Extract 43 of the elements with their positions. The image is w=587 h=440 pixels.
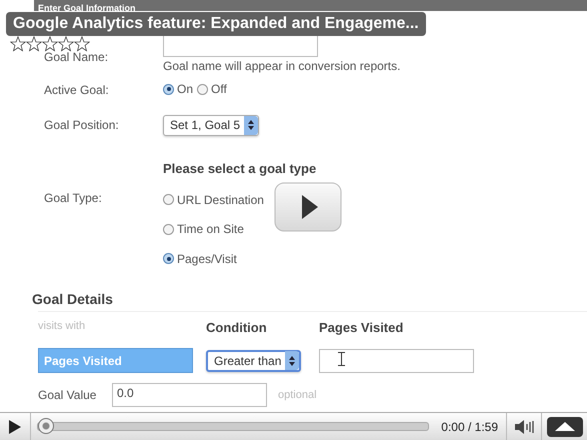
star-icon	[10, 36, 26, 52]
radio-button[interactable]	[163, 194, 174, 205]
volume-icon[interactable]	[514, 420, 534, 434]
stepper-icon	[248, 120, 254, 130]
option-label: On	[177, 82, 194, 96]
star-rating[interactable]	[10, 36, 90, 52]
option-label: Off	[211, 82, 227, 96]
expand-button[interactable]	[546, 416, 582, 436]
field-label: Goal Value	[38, 388, 98, 402]
condition-dropdown[interactable]: Greater than	[206, 350, 302, 372]
field-label: Goal Type:	[44, 190, 103, 204]
column-header: Pages Visited	[319, 320, 404, 335]
section-title: Enter Goal Information	[38, 3, 136, 11]
hint-text: Goal name will appear in conversion reports.	[163, 59, 402, 73]
star-icon	[42, 36, 58, 52]
stepper-icon	[289, 356, 296, 366]
option-label: URL Destination	[177, 192, 264, 206]
field-label: Active Goal:	[44, 82, 110, 97]
section-prompt: Please select a goal type	[163, 160, 318, 176]
section-heading: Goal Details	[32, 291, 114, 307]
optional-note: optional	[278, 389, 317, 401]
option-label: Time on Site	[177, 222, 244, 236]
field-label: Goal Position:	[44, 118, 120, 132]
time-display: 0:00 / 1:59	[440, 420, 499, 434]
option-label: Pages/Visit	[177, 252, 237, 266]
radio-button[interactable]	[197, 84, 208, 94]
play-icon[interactable]	[8, 418, 22, 434]
radio-button[interactable]	[163, 84, 174, 94]
play-overlay-button[interactable]	[274, 182, 342, 232]
star-icon	[26, 36, 42, 52]
input-field[interactable]: 0.0	[112, 383, 267, 407]
progress-handle[interactable]	[38, 418, 54, 434]
radio-button[interactable]	[163, 253, 174, 264]
field-label: Goal Name:	[44, 50, 110, 64]
text-cursor-icon	[338, 352, 345, 366]
star-icon	[74, 36, 90, 52]
column-header: Condition	[206, 320, 268, 335]
dropdown[interactable]: Set 1, Goal 5	[163, 114, 260, 136]
video-title[interactable]: Google Analytics feature: Expanded and Engageme...	[6, 12, 426, 36]
star-icon	[58, 36, 74, 52]
input-field[interactable]	[319, 348, 474, 372]
radio-button[interactable]	[163, 224, 174, 234]
column-header: visits with	[38, 320, 86, 334]
